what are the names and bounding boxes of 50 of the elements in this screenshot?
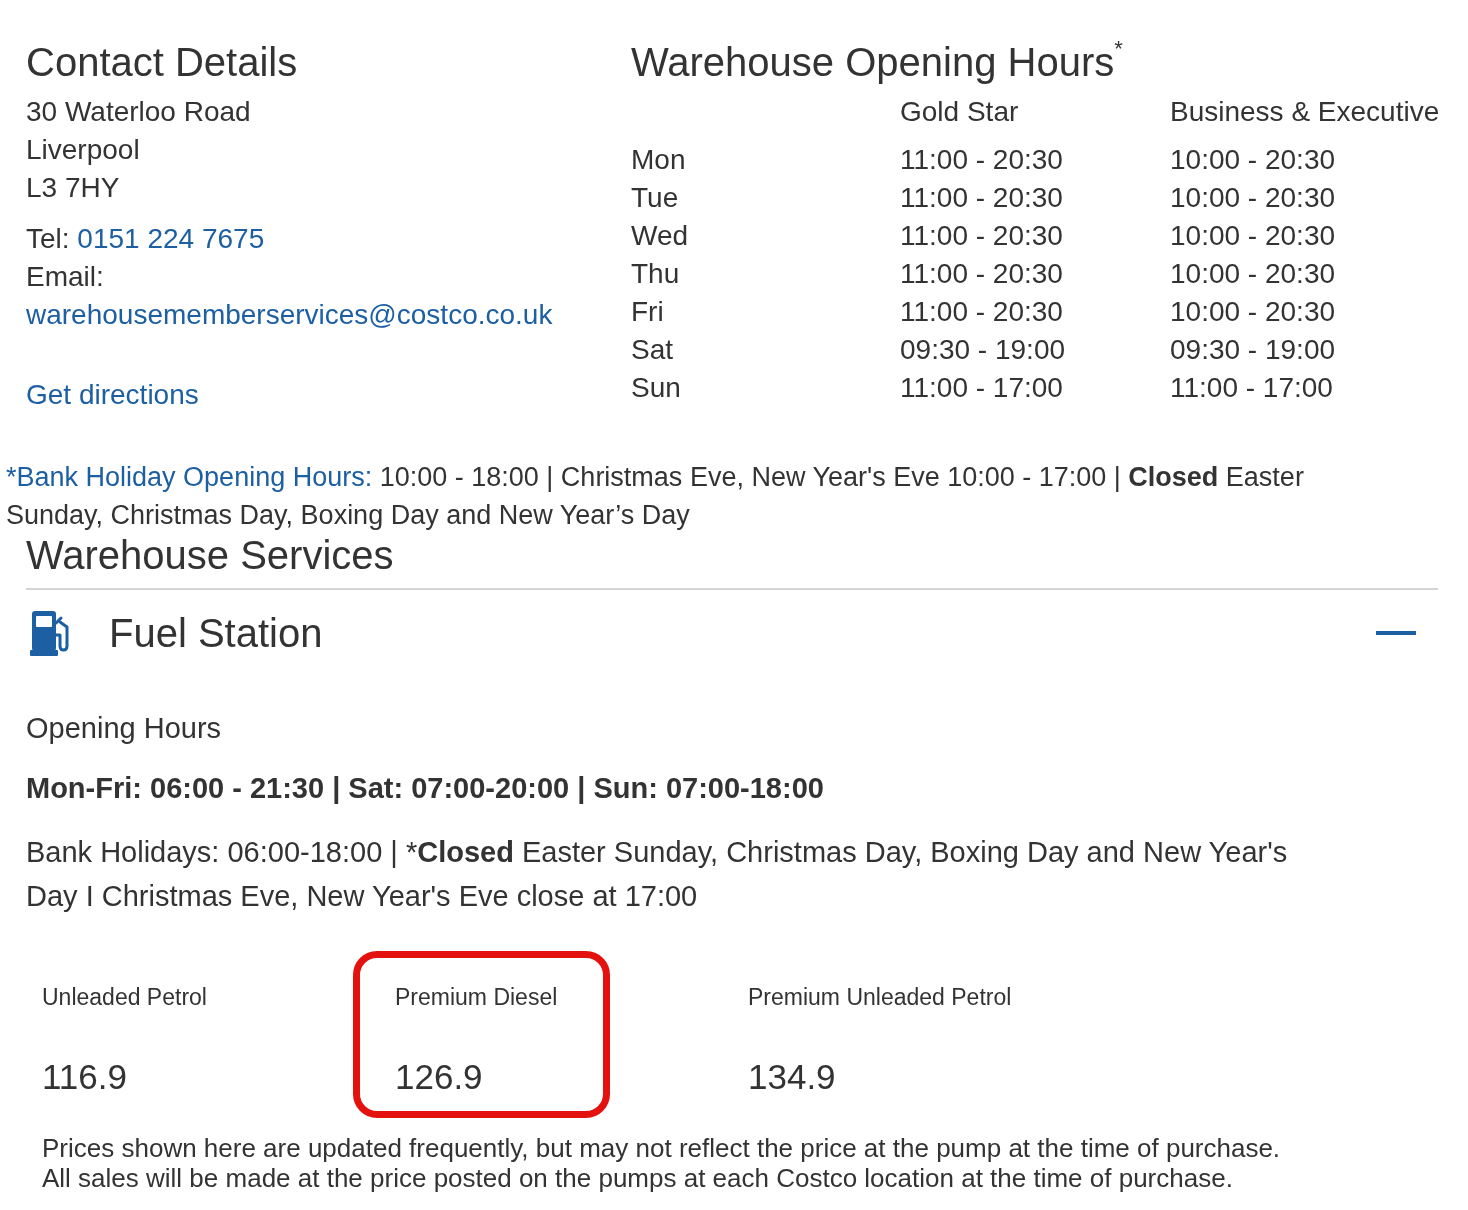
fuel-price: 126.9 xyxy=(395,1057,483,1097)
directions-link[interactable]: Get directions xyxy=(26,376,199,414)
day-cell-text: Sun xyxy=(631,371,681,405)
phone-line: Tel: 0151 224 7675 xyxy=(26,222,265,256)
fuel-pump-icon xyxy=(30,610,70,656)
day-cell-text: Mon xyxy=(631,143,686,177)
column-header: Business & Executive xyxy=(1170,95,1440,129)
section-heading: Warehouse Opening Hours$^{*}$ xyxy=(631,40,1123,84)
hours-cell-text: 11:00 - 20:30 xyxy=(900,219,1063,253)
address-line: L3 7HY xyxy=(26,171,120,205)
bank-holiday-link[interactable]: *Bank Holiday Opening Hours: xyxy=(6,462,373,492)
fuel-hours: Mon-Fri: 06:00 - 21:30 | Sat: 07:00-20:00 | Sun: 07:00-18:00 xyxy=(26,771,824,806)
hours-cell-text: 10:00 - 20:30 xyxy=(1170,181,1336,215)
hours-cell-text: 09:30 - 19:00 xyxy=(900,333,1066,367)
hours-cell-text: 10:00 - 20:30 xyxy=(1170,295,1336,329)
hours-cell-text: 11:00 - 20:30 xyxy=(900,143,1063,177)
day-cell-text: Thu xyxy=(631,257,680,291)
hours-cell-text: 10:00 - 20:30 xyxy=(1170,219,1336,253)
fuel-type-label: Premium Unleaded Petrol xyxy=(748,984,1012,1010)
email-label: Email: xyxy=(26,260,104,294)
minus-icon[interactable] xyxy=(1376,631,1416,635)
hours-cell-text: 11:00 - 20:30 xyxy=(900,181,1063,215)
hours-cell-text: 10:00 - 20:30 xyxy=(1170,143,1336,177)
fuel-type-label: Unleaded Petrol xyxy=(42,984,207,1010)
hours-cell-text: 11:00 - 20:30 xyxy=(900,295,1063,329)
address-line: Liverpool xyxy=(26,133,140,167)
column-header: Gold Star xyxy=(900,95,1019,129)
subheading: Opening Hours xyxy=(26,711,222,746)
price-disclaimer: All sales will be made at the price posted on the pumps at each Costco location at the time of purchase. xyxy=(42,1163,1233,1193)
phone-link[interactable]: 0151 224 7675 xyxy=(77,223,265,254)
day-cell-text: Wed xyxy=(631,219,689,253)
day-cell-text: Tue xyxy=(631,181,679,215)
day-cell-text: Sat xyxy=(631,333,674,367)
fuel-price: 134.9 xyxy=(748,1057,836,1097)
holiday-hours-note: Bank Holidays: 06:00-18:00 | *Closed Easter Sunday, Christmas Day, Boxing Day and New Year's Day I Christmas Eve, New Year's Eve close at 17:00 xyxy=(26,835,1289,914)
hours-cell-text: 11:00 - 20:30 xyxy=(900,257,1063,291)
day-cell-text: Fri xyxy=(631,295,664,329)
fuel-price: 116.9 xyxy=(42,1057,127,1097)
hours-cell-text: 11:00 - 17:00 xyxy=(900,371,1063,405)
section-heading: Warehouse Services xyxy=(26,534,394,576)
email-link[interactable]: warehousememberservices@costco.co.uk xyxy=(26,296,553,334)
address-line: 30 Waterloo Road xyxy=(26,95,251,129)
section-heading: Contact Details xyxy=(26,40,298,84)
section-title: Fuel Station xyxy=(109,610,323,656)
fuel-type-label: Premium Diesel xyxy=(395,984,558,1010)
hours-cell-text: 09:30 - 19:00 xyxy=(1170,333,1336,367)
hours-cell-text: 10:00 - 20:30 xyxy=(1170,257,1336,291)
price-disclaimer: Prices shown here are updated frequently, but may not reflect the price at the pump at the time of purchase. xyxy=(42,1133,1281,1163)
hours-cell-text: 11:00 - 17:00 xyxy=(1170,371,1333,405)
bank-holiday-note: *Bank Holiday Opening Hours: 10:00 - 18:00 | Christmas Eve, New Year's Eve 10:00 - 17:00 | Closed Easter Sunday, Christmas Day, Boxing Day and New Year’s Day xyxy=(6,461,1305,532)
